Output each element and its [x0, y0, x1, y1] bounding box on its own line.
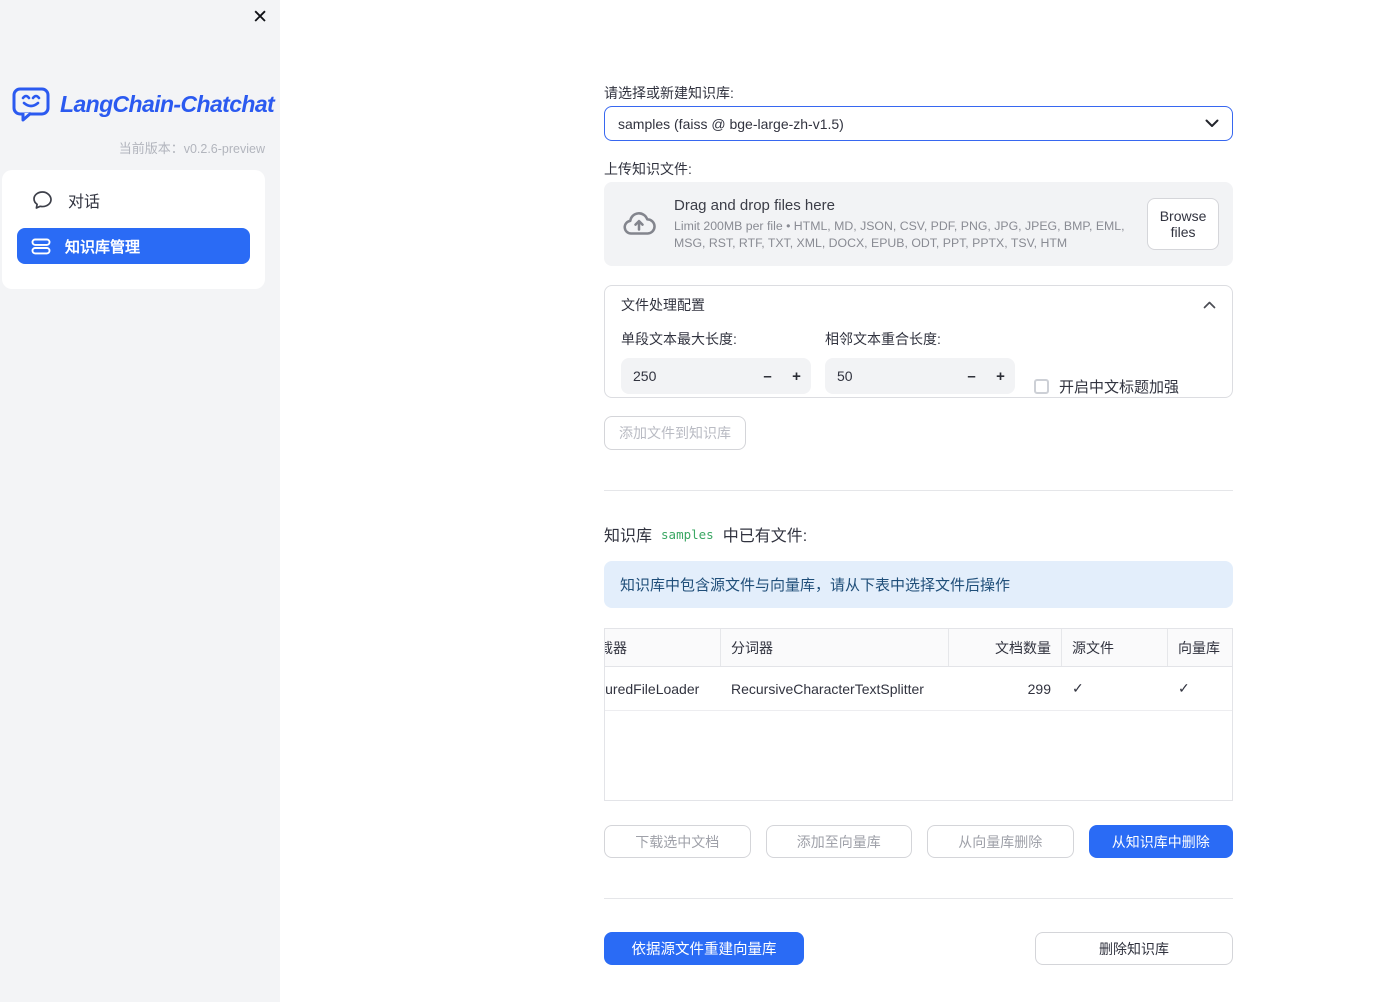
cell-source-check: ✓ [1072, 680, 1084, 696]
cell-loader: UnstructuredFileLoader [605, 680, 700, 697]
version-text: 当前版本：v0.2.6-preview [118, 141, 265, 156]
rebuild-vector-store-button[interactable]: 依据源文件重建向量库 [604, 932, 804, 965]
files-heading-suffix: 中已有文件: [722, 528, 808, 545]
overlap-size-value[interactable]: 50 [825, 368, 957, 384]
divider [604, 490, 1233, 491]
checkbox-box[interactable] [1034, 379, 1049, 394]
kb-select[interactable]: samples (faiss @ bge-large-zh-v1.5) [604, 106, 1233, 141]
overlap-size-input[interactable]: 50 – + [825, 358, 1015, 394]
download-selected-button[interactable]: 下载选中文档 [604, 825, 751, 858]
checkbox-label: 开启中文标题加强 [1059, 379, 1180, 396]
col-header-loader[interactable]: 文档加载器 [605, 629, 720, 666]
files-table[interactable]: 文档加载器 分词器 文档数量 源文件 向量库 UnstructuredFileL… [604, 628, 1233, 801]
sidebar-item-label: 知识库管理 [65, 238, 141, 256]
col-header-vector-store[interactable]: 向量库 [1167, 629, 1232, 666]
minus-button[interactable]: – [753, 368, 782, 385]
kb-stack-icon [31, 238, 51, 255]
overlap-size-field: 相邻文本重合长度: 50 – + [825, 329, 1015, 394]
sidebar-item-dialogue[interactable]: 对话 [2, 178, 265, 222]
delete-from-kb-button[interactable]: 从知识库中删除 [1088, 825, 1233, 858]
zh-title-enhance-checkbox[interactable]: 开启中文标题加强 [1034, 376, 1179, 397]
upload-label: 上传知识文件: [604, 161, 692, 177]
col-header-source-file[interactable]: 源文件 [1061, 629, 1167, 666]
cell-splitter: RecursiveCharacterTextSplitter [731, 680, 924, 697]
expander-header[interactable]: 文件处理配置 [605, 286, 1232, 324]
plus-button[interactable]: + [986, 368, 1015, 385]
col-header-splitter[interactable]: 分词器 [720, 629, 948, 666]
chunk-size-value[interactable]: 250 [621, 368, 753, 384]
dropzone-text: Drag and drop files here Limit 200MB per… [674, 197, 1131, 251]
plus-button[interactable]: + [782, 368, 811, 385]
kb-select-value: samples (faiss @ bge-large-zh-v1.5) [618, 115, 844, 132]
col-header-doc-count[interactable]: 文档数量 [948, 629, 1061, 666]
divider [604, 898, 1233, 899]
cell-doc-count: 299 [1027, 680, 1051, 697]
cloud-upload-icon [620, 205, 658, 243]
delete-kb-button[interactable]: 删除知识库 [1035, 932, 1233, 965]
browse-files-button[interactable]: Browse files [1147, 198, 1219, 250]
cell-vector-check: ✓ [1178, 680, 1190, 696]
brand-logo-icon [12, 86, 52, 123]
files-heading: 知识库 samples 中已有文件: [604, 522, 807, 546]
dropzone-title: Drag and drop files here [674, 197, 835, 215]
add-to-vector-store-button[interactable]: 添加至向量库 [765, 825, 912, 858]
table-header-row: 文档加载器 分词器 文档数量 源文件 向量库 [605, 629, 1232, 667]
add-files-button[interactable]: 添加文件到知识库 [604, 416, 746, 450]
info-banner-text: 知识库中包含源文件与向量库，请从下表中选择文件后操作 [620, 577, 1011, 594]
file-dropzone[interactable]: Drag and drop files here Limit 200MB per… [604, 182, 1233, 266]
kb-select-label: 请选择或新建知识库: [604, 85, 734, 101]
file-action-buttons: 下载选中文档 添加至向量库 从向量库删除 从知识库中删除 [604, 825, 1233, 858]
sidebar-nav: 对话 知识库管理 [2, 170, 265, 289]
sidebar-close-icon[interactable]: ✕ [252, 4, 268, 32]
dropzone-limits: Limit 200MB per file • HTML, MD, JSON, C… [674, 219, 1125, 250]
table-row[interactable]: UnstructuredFileLoader RecursiveCharacte… [605, 667, 1232, 711]
info-banner: 知识库中包含源文件与向量库，请从下表中选择文件后操作 [604, 561, 1233, 608]
brand-name: LangChain-Chatchat [60, 91, 275, 117]
chunk-size-field: 单段文本最大长度: 250 – + [621, 329, 811, 394]
overlap-size-label: 相邻文本重合长度: [825, 331, 941, 347]
minus-button[interactable]: – [957, 368, 986, 385]
chevron-down-icon [1205, 119, 1219, 128]
expander-body: 单段文本最大长度: 250 – + 相邻文本重合长度: 50 – + 开启中文标… [605, 324, 1232, 397]
kb-name-code: samples [661, 526, 714, 542]
app-window: ✕ LangChain-Chatchat 当前版本：v0.2.6-preview [0, 0, 1380, 1002]
sidebar-item-kb-management[interactable]: 知识库管理 [17, 228, 250, 264]
brand: LangChain-Chatchat [12, 86, 275, 123]
main-content: 请选择或新建知识库: samples (faiss @ bge-large-zh… [604, 0, 1233, 1002]
delete-from-vector-store-button[interactable]: 从向量库删除 [927, 825, 1074, 858]
chevron-up-icon [1203, 301, 1216, 309]
files-heading-prefix: 知识库 [604, 528, 653, 545]
chat-bubble-icon [32, 190, 53, 210]
chunk-size-input[interactable]: 250 – + [621, 358, 811, 394]
sidebar-item-label: 对话 [68, 194, 101, 211]
chunk-size-label: 单段文本最大长度: [621, 331, 737, 347]
file-config-expander: 文件处理配置 单段文本最大长度: 250 – + 相邻文本重合长度: 50 – … [604, 285, 1233, 398]
sidebar: ✕ LangChain-Chatchat 当前版本：v0.2.6-preview [0, 0, 280, 1002]
expander-title: 文件处理配置 [621, 297, 705, 313]
